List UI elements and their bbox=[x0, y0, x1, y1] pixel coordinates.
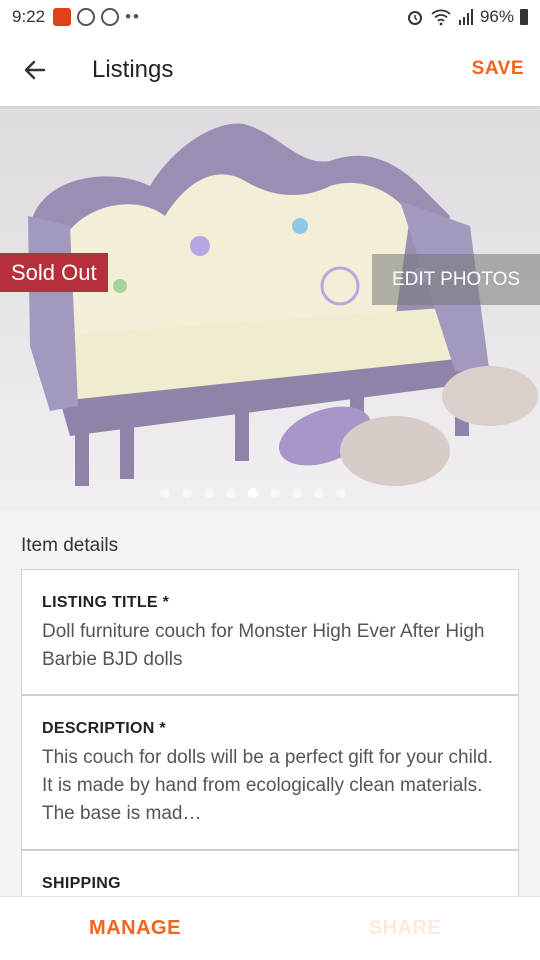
app-bar: Listings SAVE bbox=[0, 34, 540, 106]
wifi-icon bbox=[431, 9, 451, 26]
description-label: DESCRIPTION * bbox=[42, 720, 166, 737]
alarm-icon bbox=[407, 11, 422, 25]
pager-dot[interactable] bbox=[160, 488, 170, 498]
notification-mail-icon bbox=[53, 8, 72, 26]
viber-icon bbox=[77, 8, 96, 26]
listing-title-value: Doll furniture couch for Monster High Ev… bbox=[42, 621, 485, 670]
sold-out-badge: Sold Out bbox=[0, 253, 108, 292]
manage-button[interactable]: MANAGE bbox=[0, 897, 270, 960]
pager-dot[interactable] bbox=[182, 488, 192, 498]
listing-title-field[interactable]: LISTING TITLE * Doll furniture couch for… bbox=[21, 569, 519, 695]
save-button[interactable]: SAVE bbox=[472, 58, 524, 80]
status-bar: 9:22 •• 96% bbox=[0, 0, 540, 34]
edit-photos-button[interactable]: EDIT PHOTOS bbox=[372, 254, 540, 305]
bottom-action-bar: MANAGE SHARE bbox=[0, 896, 540, 960]
couch-photo-image bbox=[0, 106, 540, 510]
pager-dot[interactable] bbox=[292, 488, 302, 498]
listing-photo[interactable]: Sold Out EDIT PHOTOS bbox=[0, 106, 540, 510]
pager-dot[interactable] bbox=[226, 488, 236, 498]
battery-icon bbox=[520, 9, 528, 25]
listing-title-label: LISTING TITLE * bbox=[42, 594, 170, 611]
photo-pager[interactable] bbox=[160, 488, 346, 498]
pager-dot[interactable] bbox=[336, 488, 346, 498]
item-details-heading: Item details bbox=[21, 535, 119, 556]
pager-dot-active[interactable] bbox=[248, 488, 258, 498]
back-button[interactable] bbox=[0, 34, 70, 106]
pager-dot[interactable] bbox=[204, 488, 214, 498]
description-value: This couch for dolls will be a perfect g… bbox=[42, 747, 493, 824]
share-button[interactable]: SHARE bbox=[270, 897, 540, 960]
more-notifications-icon: •• bbox=[125, 7, 141, 26]
battery-percent: 96% bbox=[479, 7, 514, 26]
pager-dot[interactable] bbox=[314, 488, 324, 498]
arrow-left-icon bbox=[24, 60, 46, 80]
viber-icon bbox=[101, 8, 120, 26]
page-title: Listings bbox=[92, 56, 174, 83]
description-field[interactable]: DESCRIPTION * This couch for dolls will … bbox=[21, 695, 519, 850]
pager-dot[interactable] bbox=[270, 488, 280, 498]
shipping-label: SHIPPING bbox=[42, 875, 121, 892]
status-time: 9:22 bbox=[12, 7, 46, 26]
signal-icon bbox=[458, 9, 473, 25]
